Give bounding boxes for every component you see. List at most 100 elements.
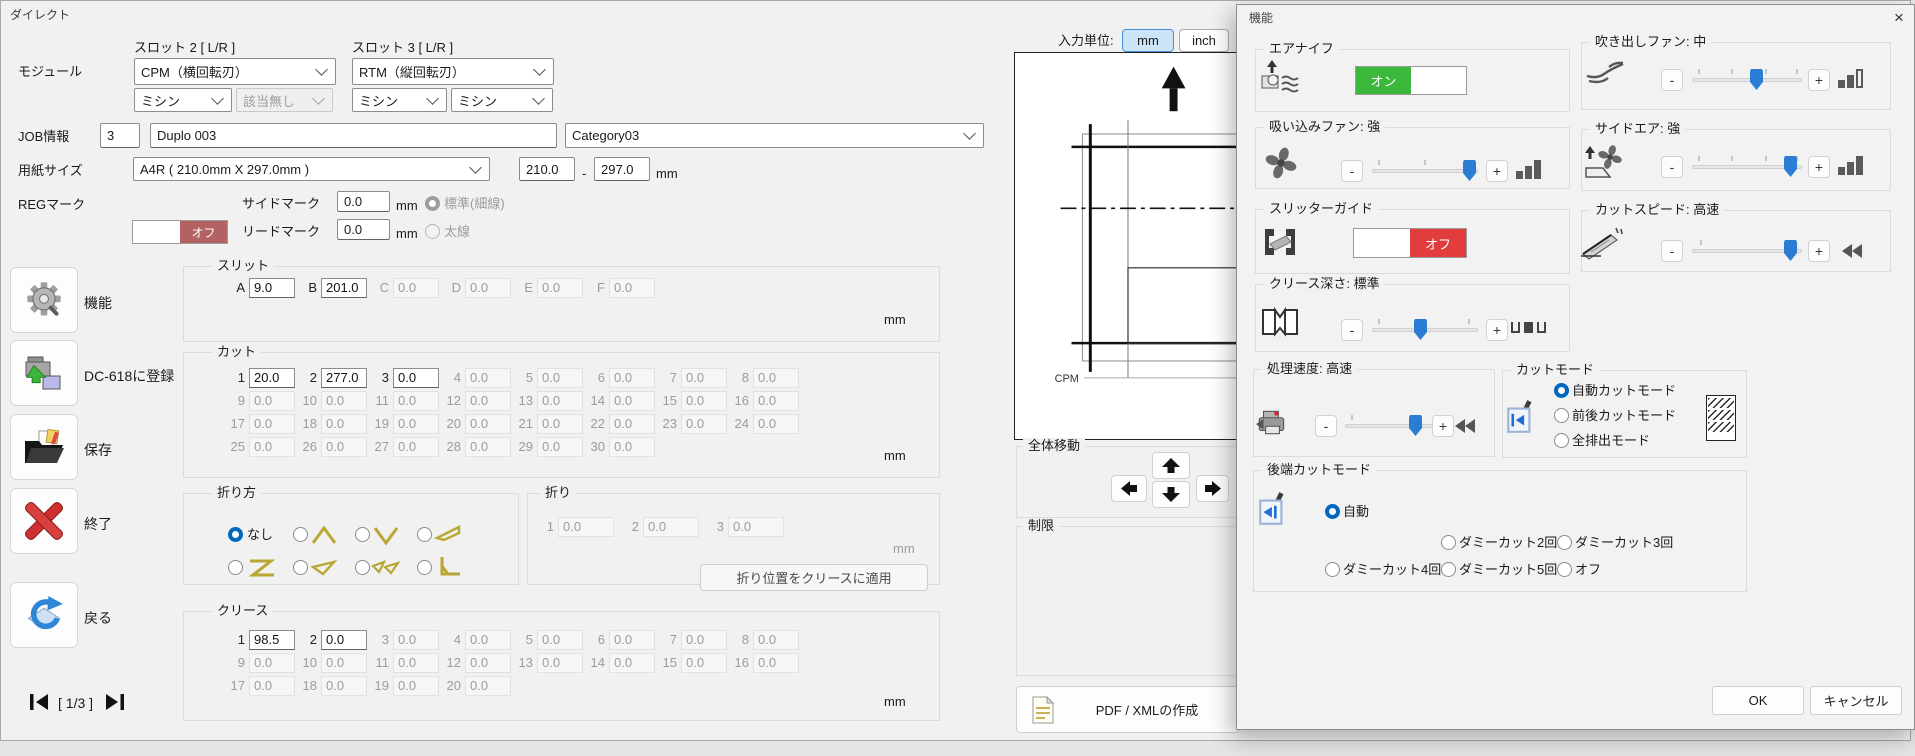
first-page-icon[interactable]: [28, 692, 50, 712]
fold-l-radio[interactable]: [417, 560, 432, 575]
move-left-button[interactable]: [1111, 475, 1147, 502]
last-page-icon[interactable]: [104, 692, 126, 712]
blow-fan-plus-button[interactable]: +: [1808, 69, 1830, 91]
cut-cell: 23 0.0: [657, 412, 729, 435]
air-knife-toggle[interactable]: オン: [1355, 66, 1467, 95]
fold-z-icon: [248, 559, 276, 577]
crease-cell: 9 0.0: [225, 651, 297, 674]
slot3-sub2-select[interactable]: ミシン: [451, 88, 553, 112]
crease-cell-label: 15: [662, 655, 677, 670]
move-down-button[interactable]: [1152, 481, 1190, 508]
fold-gate-radio[interactable]: [293, 560, 308, 575]
job-number-field[interactable]: 3: [100, 123, 140, 148]
paper-height-field[interactable]: 297.0: [594, 157, 650, 181]
front-back-cut-mode-radio[interactable]: [1554, 408, 1569, 423]
crease-value-input: 0.0: [321, 652, 367, 673]
down-arrow-icon: [1162, 487, 1180, 502]
crease-value-input[interactable]: 0.0: [321, 629, 367, 650]
cut-value-input[interactable]: 0.0: [393, 367, 439, 388]
cut-value-input[interactable]: 277.0: [321, 367, 367, 388]
regmark-toggle[interactable]: オフ: [132, 220, 228, 244]
exit-button[interactable]: [10, 488, 78, 554]
fold-gate-icon: [310, 559, 338, 576]
unit-mm-button[interactable]: mm: [1122, 29, 1174, 52]
apply-fold-to-crease-button[interactable]: 折り位置をクリースに適用: [700, 564, 928, 591]
cut-cell: 22 0.0: [585, 412, 657, 435]
save-button[interactable]: [10, 414, 78, 480]
slot2-sub1-select[interactable]: ミシン: [134, 88, 232, 112]
crease-cell: 13 0.0: [513, 651, 585, 674]
dummy-cut-3-radio[interactable]: [1557, 535, 1572, 550]
register-button-label: DC-618に登録: [84, 368, 175, 384]
crease-depth-minus-button[interactable]: -: [1341, 319, 1363, 341]
slot2-main-select[interactable]: CPM（横回転刃）: [134, 58, 336, 85]
suction-fan-plus-button[interactable]: +: [1486, 160, 1508, 182]
close-icon[interactable]: ×: [1886, 7, 1912, 29]
pdf-xml-button[interactable]: PDF / XMLの作成: [1016, 686, 1240, 733]
tick: [1698, 69, 1700, 74]
cut-value-input[interactable]: 20.0: [249, 367, 295, 388]
crease-cell: 1 98.5: [225, 628, 297, 651]
process-speed-plus-button[interactable]: +: [1432, 415, 1454, 437]
functions-button[interactable]: [10, 267, 78, 333]
regmark-toggle-empty: [133, 221, 180, 243]
job-category-select[interactable]: Category03: [565, 123, 984, 148]
crease-value-input[interactable]: 98.5: [249, 629, 295, 650]
move-right-button[interactable]: [1196, 475, 1229, 502]
crease-cell-label: 13: [518, 655, 533, 670]
paper-size-select[interactable]: A4R ( 210.0mm X 297.0mm ): [133, 157, 490, 181]
slit-value-input: 0.0: [537, 277, 583, 298]
blow-fan-slider-track[interactable]: [1692, 78, 1802, 82]
back-button[interactable]: [10, 582, 78, 648]
side-air-plus-button[interactable]: +: [1808, 156, 1830, 178]
full-eject-mode-radio[interactable]: [1554, 433, 1569, 448]
cut-cell-label: 2: [309, 370, 317, 385]
cut-cell-label: 12: [446, 393, 461, 408]
slot3-sub1-select[interactable]: ミシン: [352, 88, 447, 112]
slitter-guide-toggle[interactable]: オフ: [1353, 228, 1467, 258]
blow-fan-minus-button[interactable]: -: [1661, 69, 1683, 91]
auto-cut-mode-radio[interactable]: [1554, 383, 1569, 398]
auto-cut-mode-label: 自動カットモード: [1572, 383, 1677, 398]
tail-auto-radio[interactable]: [1325, 504, 1340, 519]
fold-single-radio[interactable]: [417, 527, 432, 542]
dummy-cut-5-radio[interactable]: [1441, 562, 1456, 577]
cancel-button[interactable]: キャンセル: [1810, 686, 1902, 715]
lead-mark-field[interactable]: 0.0: [337, 219, 390, 240]
job-name-field[interactable]: Duplo 003: [150, 123, 557, 148]
fold-double-gate-radio[interactable]: [355, 560, 370, 575]
tail-off-radio[interactable]: [1557, 562, 1572, 577]
cut-value-input: 0.0: [609, 367, 655, 388]
paper-width-field[interactable]: 210.0: [519, 157, 575, 181]
cut-cell-label: 9: [237, 393, 245, 408]
fold-none-radio[interactable]: [228, 527, 243, 542]
unit-inch-button[interactable]: inch: [1179, 29, 1229, 52]
cut-speed-minus-button[interactable]: -: [1661, 240, 1683, 262]
dummy-cut-2-radio[interactable]: [1441, 535, 1456, 550]
tick: [1731, 69, 1733, 74]
cut-value-input: 0.0: [537, 390, 583, 411]
crease-depth-plus-button[interactable]: +: [1486, 319, 1508, 341]
cut-value-input: 0.0: [753, 390, 799, 411]
side-mark-field[interactable]: 0.0: [337, 191, 390, 212]
process-speed-minus-button[interactable]: -: [1315, 415, 1337, 437]
cut-cell: 21 0.0: [513, 412, 585, 435]
slot3-main-select[interactable]: RTM（縦回転刃）: [352, 58, 554, 85]
suction-fan-minus-button[interactable]: -: [1341, 160, 1363, 182]
slit-value-input: 0.0: [609, 277, 655, 298]
register-button[interactable]: [10, 340, 78, 406]
cut-speed-plus-button[interactable]: +: [1808, 240, 1830, 262]
cut-value-input: 0.0: [249, 436, 295, 457]
fold-mountain-radio[interactable]: [293, 527, 308, 542]
slit-value-input[interactable]: 9.0: [249, 277, 295, 298]
suction-fan-slider-track[interactable]: [1372, 169, 1478, 173]
side-air-minus-button[interactable]: -: [1661, 156, 1683, 178]
move-up-button[interactable]: [1152, 452, 1190, 479]
job-category-value: Category03: [572, 128, 640, 143]
fold-valley-radio[interactable]: [355, 527, 370, 542]
slit-value-input[interactable]: 201.0: [321, 277, 367, 298]
dummy-cut-4-radio[interactable]: [1325, 562, 1340, 577]
fold-z-radio[interactable]: [228, 560, 243, 575]
crease-cell-label: 3: [381, 632, 389, 647]
ok-button[interactable]: OK: [1712, 686, 1804, 715]
